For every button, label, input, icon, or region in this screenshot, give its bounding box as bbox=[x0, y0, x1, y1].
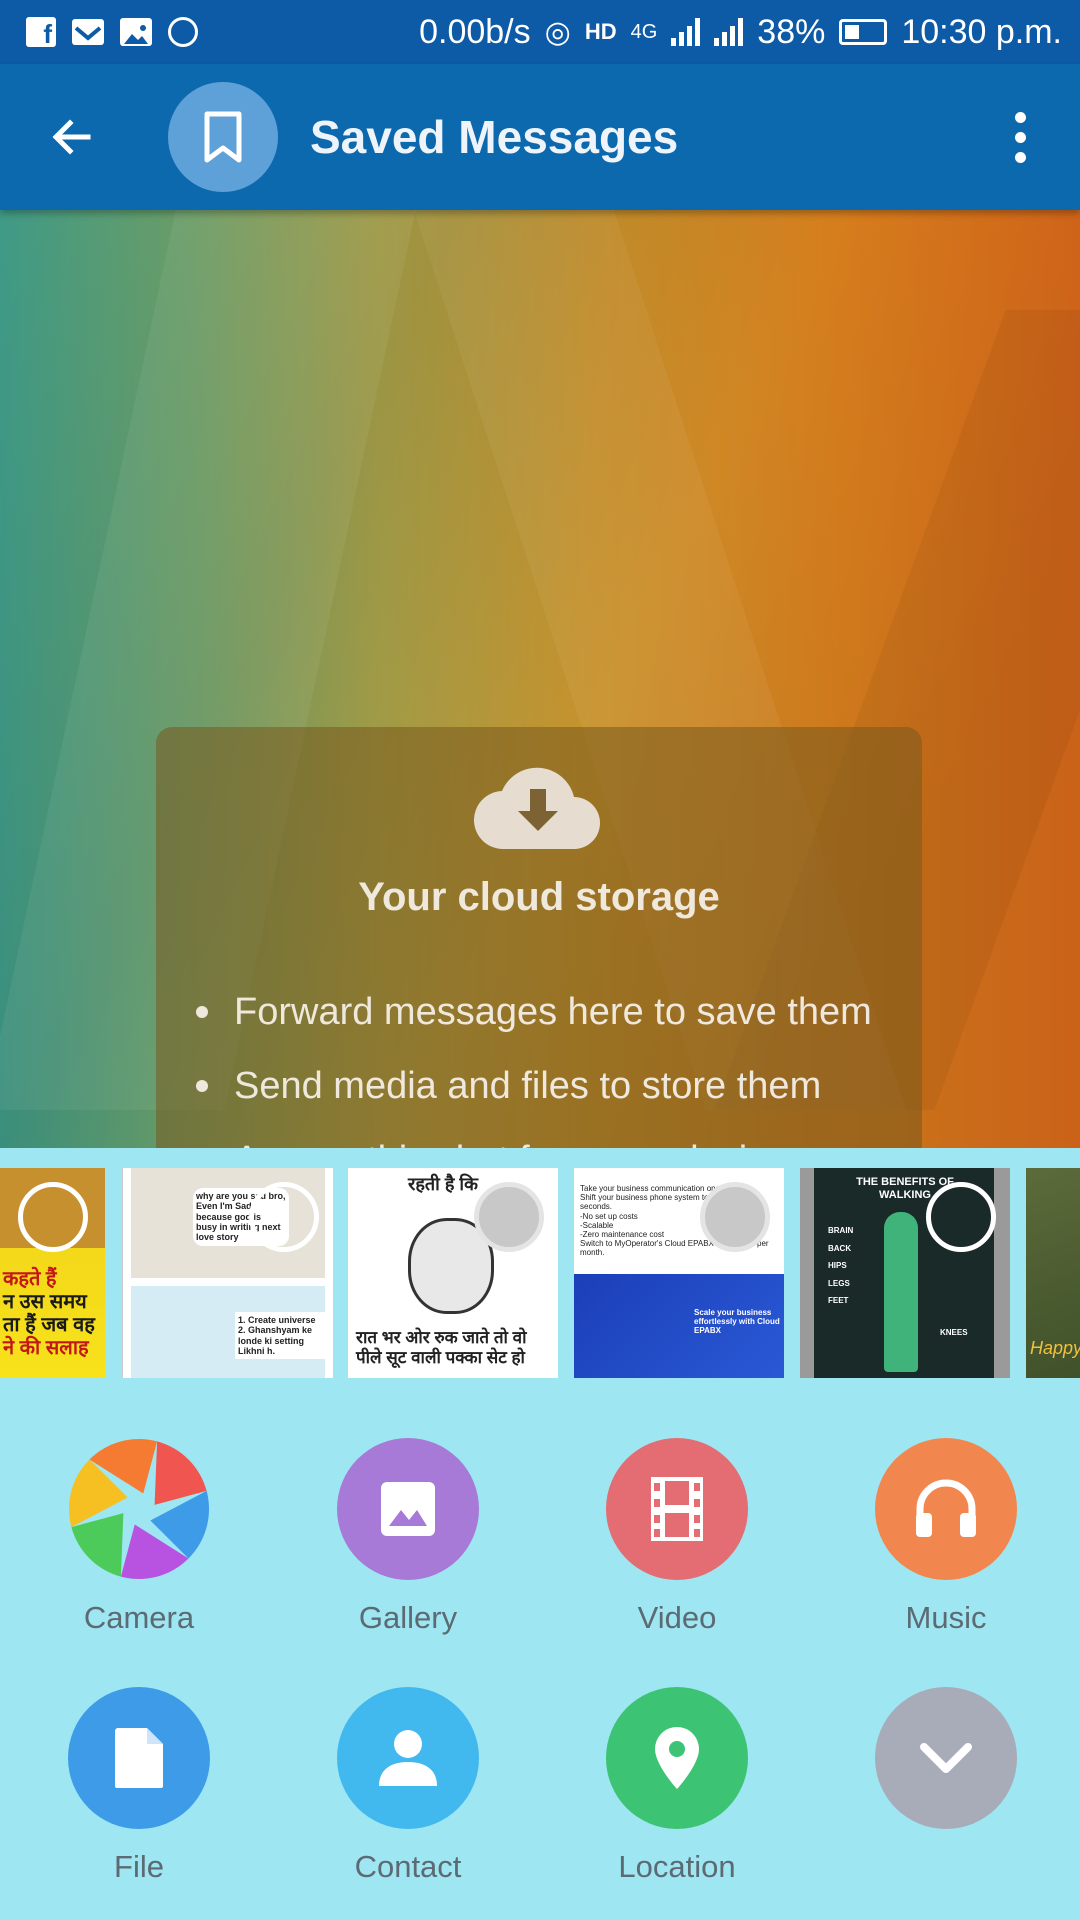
file-icon bbox=[115, 1728, 163, 1788]
battery-icon bbox=[839, 19, 888, 45]
thumbnail-caption: BRAIN bbox=[828, 1226, 854, 1235]
status-bar: f 0.00b/s ◎ HD 4G 38% 10:30 p.m. bbox=[0, 0, 1080, 64]
gallery-thumbnail[interactable]: THE BENEFITS OF WALKING BRAIN BACK HIPS … bbox=[800, 1168, 1010, 1378]
gallery-button[interactable]: Gallery bbox=[308, 1438, 508, 1636]
select-checkbox[interactable] bbox=[700, 1182, 770, 1252]
walking-figure-image bbox=[884, 1212, 918, 1372]
location-circle bbox=[606, 1687, 748, 1829]
gallery-thumbnail[interactable]: रहती है कि रात भर ओर रुक जाते तो वो पीले… bbox=[348, 1168, 558, 1378]
gallery-thumbnail[interactable]: Happy bbox=[1026, 1168, 1080, 1378]
collapse-circle bbox=[875, 1687, 1017, 1829]
select-checkbox[interactable] bbox=[18, 1182, 88, 1252]
music-button[interactable]: Music bbox=[846, 1438, 1046, 1636]
gmail-notification-icon bbox=[72, 19, 104, 45]
avatar[interactable] bbox=[168, 82, 278, 192]
thumbnail-caption: ने की सलाह bbox=[3, 1337, 89, 1359]
thumbnail-caption: KNEES bbox=[940, 1328, 968, 1337]
film-icon bbox=[651, 1477, 703, 1541]
thumbnail-caption: पीले सूट वाली पक्का सेट हो bbox=[356, 1347, 525, 1367]
gallery-label: Gallery bbox=[358, 1600, 458, 1635]
battery-percent: 38% bbox=[757, 12, 826, 51]
file-button[interactable]: File bbox=[39, 1687, 239, 1885]
bullet bbox=[196, 1006, 208, 1018]
gallery-thumbnail[interactable]: why are you sad bro, Even I'm Sad becaus… bbox=[122, 1168, 333, 1378]
video-label: Video bbox=[637, 1600, 717, 1635]
cloud-download-icon bbox=[474, 767, 600, 850]
signal-strength-2-icon bbox=[714, 18, 744, 46]
gallery-notification-icon bbox=[120, 18, 152, 46]
thumbnail-caption: न उस समय bbox=[3, 1291, 87, 1313]
hotspot-icon: ◎ bbox=[544, 15, 571, 49]
image-icon bbox=[381, 1482, 435, 1536]
clock: 10:30 p.m. bbox=[901, 12, 1062, 51]
chat-title[interactable]: Saved Messages bbox=[310, 110, 678, 164]
camera-button[interactable]: Camera bbox=[39, 1438, 239, 1636]
location-pin-icon bbox=[655, 1727, 699, 1789]
thumbnail-caption: 2. Ghanshyam ke londe ki setting Likhni … bbox=[238, 1325, 313, 1357]
contact-circle bbox=[337, 1687, 479, 1829]
dot bbox=[1014, 151, 1026, 163]
list-item-text: Forward messages here to save them bbox=[234, 990, 872, 1033]
network-type: 4G bbox=[630, 20, 658, 43]
arrow-back-icon bbox=[52, 119, 91, 155]
gallery-thumbnail[interactable]: कहते हैं न उस समय ता हैं जब वह ने की सला… bbox=[0, 1168, 105, 1378]
more-options-button[interactable] bbox=[990, 87, 1050, 187]
back-button[interactable] bbox=[22, 87, 122, 187]
camera-label: Camera bbox=[83, 1600, 195, 1635]
thumbnail-caption: HIPS bbox=[828, 1261, 847, 1271]
collapse-button[interactable] bbox=[846, 1687, 1046, 1849]
select-checkbox[interactable] bbox=[249, 1182, 319, 1252]
list-item: Send media and files to store them bbox=[196, 1049, 872, 1123]
location-button[interactable]: Location bbox=[577, 1687, 777, 1885]
attachment-sheet: कहते हैं न उस समय ता हैं जब वह ने की सला… bbox=[0, 1148, 1080, 1920]
music-circle bbox=[875, 1438, 1017, 1580]
network-speed: 0.00b/s bbox=[419, 12, 531, 51]
file-circle bbox=[68, 1687, 210, 1829]
thumbnail-caption: रात भर ओर रुक जाते तो वो bbox=[356, 1328, 527, 1347]
signal-strength-icon bbox=[671, 18, 701, 46]
thumbnail-caption: 1. Create universe bbox=[238, 1315, 316, 1325]
select-checkbox[interactable] bbox=[926, 1182, 996, 1252]
file-label: File bbox=[114, 1849, 164, 1884]
thumbnail-caption: ता हैं जब वह bbox=[3, 1314, 95, 1336]
video-button[interactable]: Video bbox=[577, 1438, 777, 1636]
gallery-thumbnails[interactable]: कहते हैं न उस समय ता हैं जब वह ने की सला… bbox=[0, 1168, 1080, 1378]
thumbnail-caption: रहती है कि bbox=[408, 1174, 478, 1194]
video-circle bbox=[606, 1438, 748, 1580]
music-label: Music bbox=[905, 1600, 987, 1635]
list-item: Forward messages here to save them bbox=[196, 975, 872, 1049]
contact-button[interactable]: Contact bbox=[308, 1687, 508, 1885]
facebook-notification-icon: f bbox=[26, 17, 56, 47]
location-label: Location bbox=[618, 1849, 736, 1884]
thumbnail-caption: LEGS bbox=[828, 1278, 850, 1288]
select-checkbox[interactable] bbox=[474, 1182, 544, 1252]
thumbnail-caption: Happy bbox=[1030, 1338, 1080, 1358]
thumbnail-caption: Scale your business effortlessly with Cl… bbox=[694, 1308, 780, 1336]
cloud-storage-card: Your cloud storage Forward messages here… bbox=[156, 727, 922, 1187]
bookmark-icon bbox=[204, 111, 242, 163]
list-item-text: Send media and files to store them bbox=[234, 1064, 822, 1107]
camera-aperture-icon bbox=[68, 1438, 210, 1580]
app-bar: Saved Messages bbox=[0, 64, 1080, 210]
headphones-icon bbox=[916, 1479, 976, 1537]
cloud-storage-title: Your cloud storage bbox=[358, 875, 720, 919]
person-icon bbox=[379, 1730, 437, 1786]
gallery-thumbnail[interactable]: Take your business communication one not… bbox=[574, 1168, 784, 1378]
dot bbox=[1014, 111, 1026, 123]
hd-call-icon: HD bbox=[584, 19, 617, 44]
thumbnail-caption: FEET bbox=[828, 1296, 849, 1306]
thumbnail-caption: BACK bbox=[828, 1243, 852, 1253]
contact-label: Contact bbox=[354, 1849, 462, 1884]
dot bbox=[1014, 131, 1026, 143]
bullet bbox=[196, 1080, 208, 1092]
chevron-down-icon bbox=[920, 1743, 972, 1773]
thumbnail-caption: कहते हैं bbox=[3, 1268, 57, 1290]
more-notifications-icon bbox=[168, 17, 198, 47]
gallery-circle bbox=[337, 1438, 479, 1580]
